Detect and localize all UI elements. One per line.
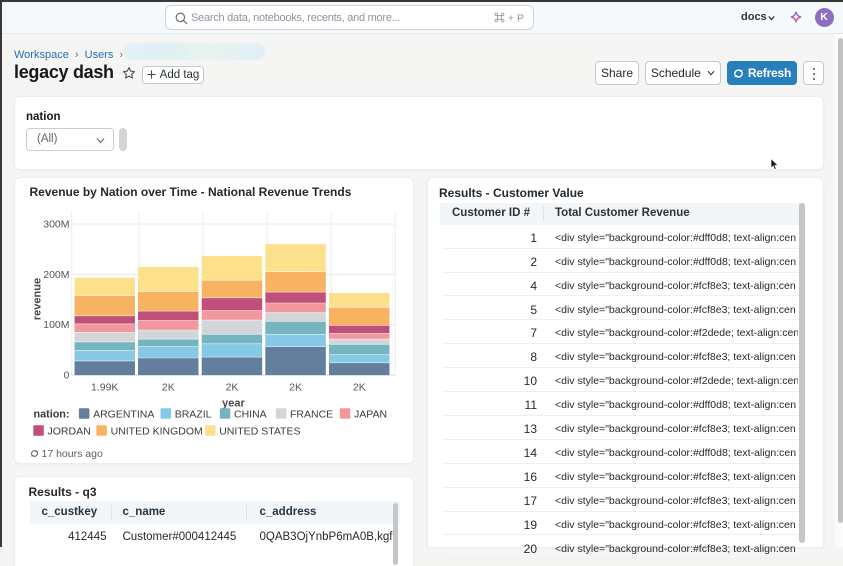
svg-text:300M: 300M (43, 219, 69, 231)
svg-text:UNITED KINGDOM: UNITED KINGDOM (110, 425, 202, 437)
svg-text:2K: 2K (225, 382, 238, 394)
svg-text:nation:: nation: (33, 408, 69, 420)
svg-text:JORDAN: JORDAN (47, 425, 90, 437)
svg-text:FRANCE: FRANCE (290, 408, 333, 420)
svg-text:BRAZIL: BRAZIL (174, 408, 211, 420)
svg-text:2K: 2K (289, 382, 302, 394)
svg-text:UNITED STATES: UNITED STATES (219, 425, 300, 437)
svg-text:200M: 200M (43, 269, 69, 281)
svg-text:100M: 100M (43, 319, 69, 331)
svg-text:ARGENTINA: ARGENTINA (93, 408, 154, 420)
svg-text:2K: 2K (161, 382, 174, 394)
svg-text:CHINA: CHINA (234, 408, 267, 420)
svg-text:JAPAN: JAPAN (354, 408, 387, 420)
svg-text:revenue: revenue (31, 278, 43, 320)
svg-text:0: 0 (63, 370, 69, 382)
svg-text:1.99K: 1.99K (90, 382, 117, 394)
svg-text:2K: 2K (352, 382, 365, 394)
